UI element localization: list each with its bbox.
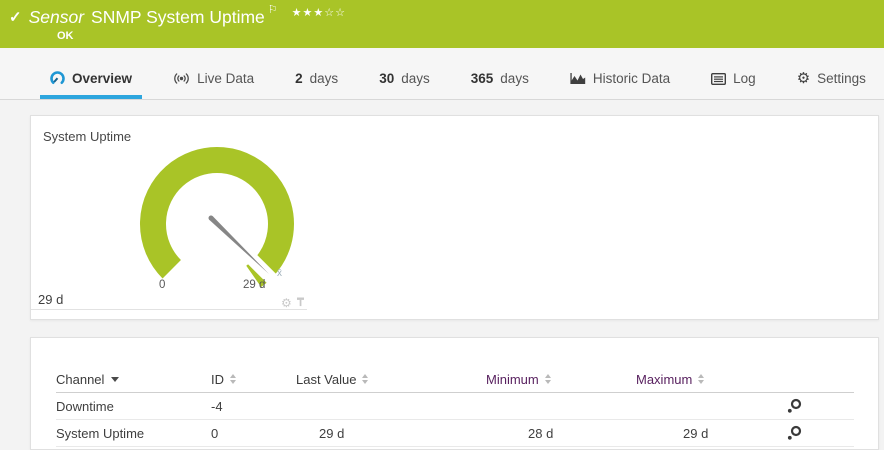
tab-number: 365 bbox=[470, 71, 494, 86]
col-header-last-value[interactable]: Last Value bbox=[296, 372, 486, 387]
tab-30-days[interactable]: 30 days bbox=[369, 62, 440, 99]
gauge-current-value: 29 d bbox=[38, 292, 64, 307]
tab-label: days bbox=[401, 71, 430, 86]
sort-icon bbox=[362, 374, 369, 384]
tab-2-days[interactable]: 2 days bbox=[285, 62, 348, 99]
chart-icon bbox=[570, 73, 586, 84]
gauge-panel: System Uptime x̄ 0 29 d 29 d ⚙ bbox=[30, 115, 879, 320]
channel-id: 0 bbox=[211, 425, 219, 441]
page-title: SNMP System Uptime bbox=[91, 7, 265, 27]
tab-365-days[interactable]: 365 days bbox=[461, 62, 539, 99]
channel-maximum: 29 d bbox=[683, 425, 709, 441]
uptime-gauge: x̄ bbox=[140, 147, 294, 288]
tab-log[interactable]: Log bbox=[701, 62, 766, 99]
col-label: Minimum bbox=[486, 371, 539, 387]
channel-name[interactable]: Downtime bbox=[56, 399, 211, 414]
col-label: Channel bbox=[56, 371, 105, 387]
col-label: ID bbox=[211, 371, 224, 387]
table-row-downtime: Downtime -4 bbox=[56, 393, 854, 420]
tab-historic-data[interactable]: Historic Data bbox=[560, 62, 680, 99]
tab-settings[interactable]: ⚙ Settings bbox=[787, 62, 876, 99]
channel-lookup-button[interactable] bbox=[786, 425, 802, 441]
col-label: Maximum bbox=[636, 371, 693, 387]
tab-bar: Overview Live Data 2 days 30 days 365 da… bbox=[0, 48, 884, 100]
tab-label: days bbox=[309, 71, 339, 86]
tab-live-data[interactable]: Live Data bbox=[163, 62, 264, 99]
magnifier-icon bbox=[787, 398, 802, 413]
flag-icon[interactable]: ⚐ bbox=[268, 3, 278, 16]
sensor-header: ✓ Sensor SNMP System Uptime ⚐ ★★★☆☆ OK bbox=[0, 0, 884, 48]
tab-label: days bbox=[500, 71, 529, 86]
table-header-row: Channel ID Last Value Minimum Maximum bbox=[56, 358, 854, 393]
tab-overview[interactable]: Overview bbox=[40, 62, 143, 99]
table-row-system-uptime: System Uptime 0 29 d 28 d 29 d bbox=[56, 420, 854, 447]
live-data-icon bbox=[174, 73, 189, 84]
sensor-type-label: Sensor bbox=[28, 7, 85, 27]
status-ok-check-icon: ✓ bbox=[9, 9, 22, 26]
content-area: System Uptime x̄ 0 29 d 29 d ⚙ Channel I… bbox=[0, 100, 884, 450]
tab-label: Historic Data bbox=[592, 71, 671, 86]
sort-icon bbox=[230, 374, 236, 384]
channel-table: Channel ID Last Value Minimum Maximum Do… bbox=[56, 358, 854, 447]
gauge-scale-min: 0 bbox=[159, 279, 166, 291]
gauge-scale-max: 29 d bbox=[243, 279, 266, 291]
magnifier-icon bbox=[787, 425, 802, 440]
sort-desc-icon bbox=[111, 376, 120, 382]
log-icon bbox=[711, 72, 727, 85]
channel-id: -4 bbox=[211, 398, 223, 414]
col-header-id[interactable]: ID bbox=[211, 372, 296, 387]
priority-stars[interactable]: ★★★☆☆ bbox=[292, 6, 346, 19]
average-marker: x̄ bbox=[277, 268, 282, 279]
col-header-maximum[interactable]: Maximum bbox=[636, 372, 786, 387]
pin-icon[interactable] bbox=[296, 297, 305, 308]
channels-panel: Channel ID Last Value Minimum Maximum Do… bbox=[30, 337, 879, 450]
channel-minimum: 28 d bbox=[528, 425, 554, 441]
tab-label: Live Data bbox=[197, 71, 255, 86]
sort-icon bbox=[544, 374, 551, 384]
tab-label: Log bbox=[733, 71, 756, 86]
channel-last-value: 29 d bbox=[319, 425, 345, 441]
gauge-icon bbox=[50, 71, 65, 85]
col-label: Last Value bbox=[296, 371, 357, 387]
gauge-divider bbox=[31, 309, 307, 310]
gauge-settings-gear-icon[interactable]: ⚙ bbox=[281, 297, 292, 309]
col-header-minimum[interactable]: Minimum bbox=[486, 372, 636, 387]
tab-number: 30 bbox=[379, 71, 395, 86]
channel-name[interactable]: System Uptime bbox=[56, 426, 211, 441]
sort-icon bbox=[698, 374, 705, 384]
col-header-channel[interactable]: Channel bbox=[56, 372, 211, 387]
tab-number: 2 bbox=[295, 71, 303, 86]
tab-label: Settings bbox=[817, 71, 866, 86]
gear-icon: ⚙ bbox=[796, 69, 811, 87]
status-badge: OK bbox=[57, 30, 74, 42]
tab-label: Overview bbox=[72, 71, 133, 86]
channel-lookup-button[interactable] bbox=[786, 398, 802, 414]
